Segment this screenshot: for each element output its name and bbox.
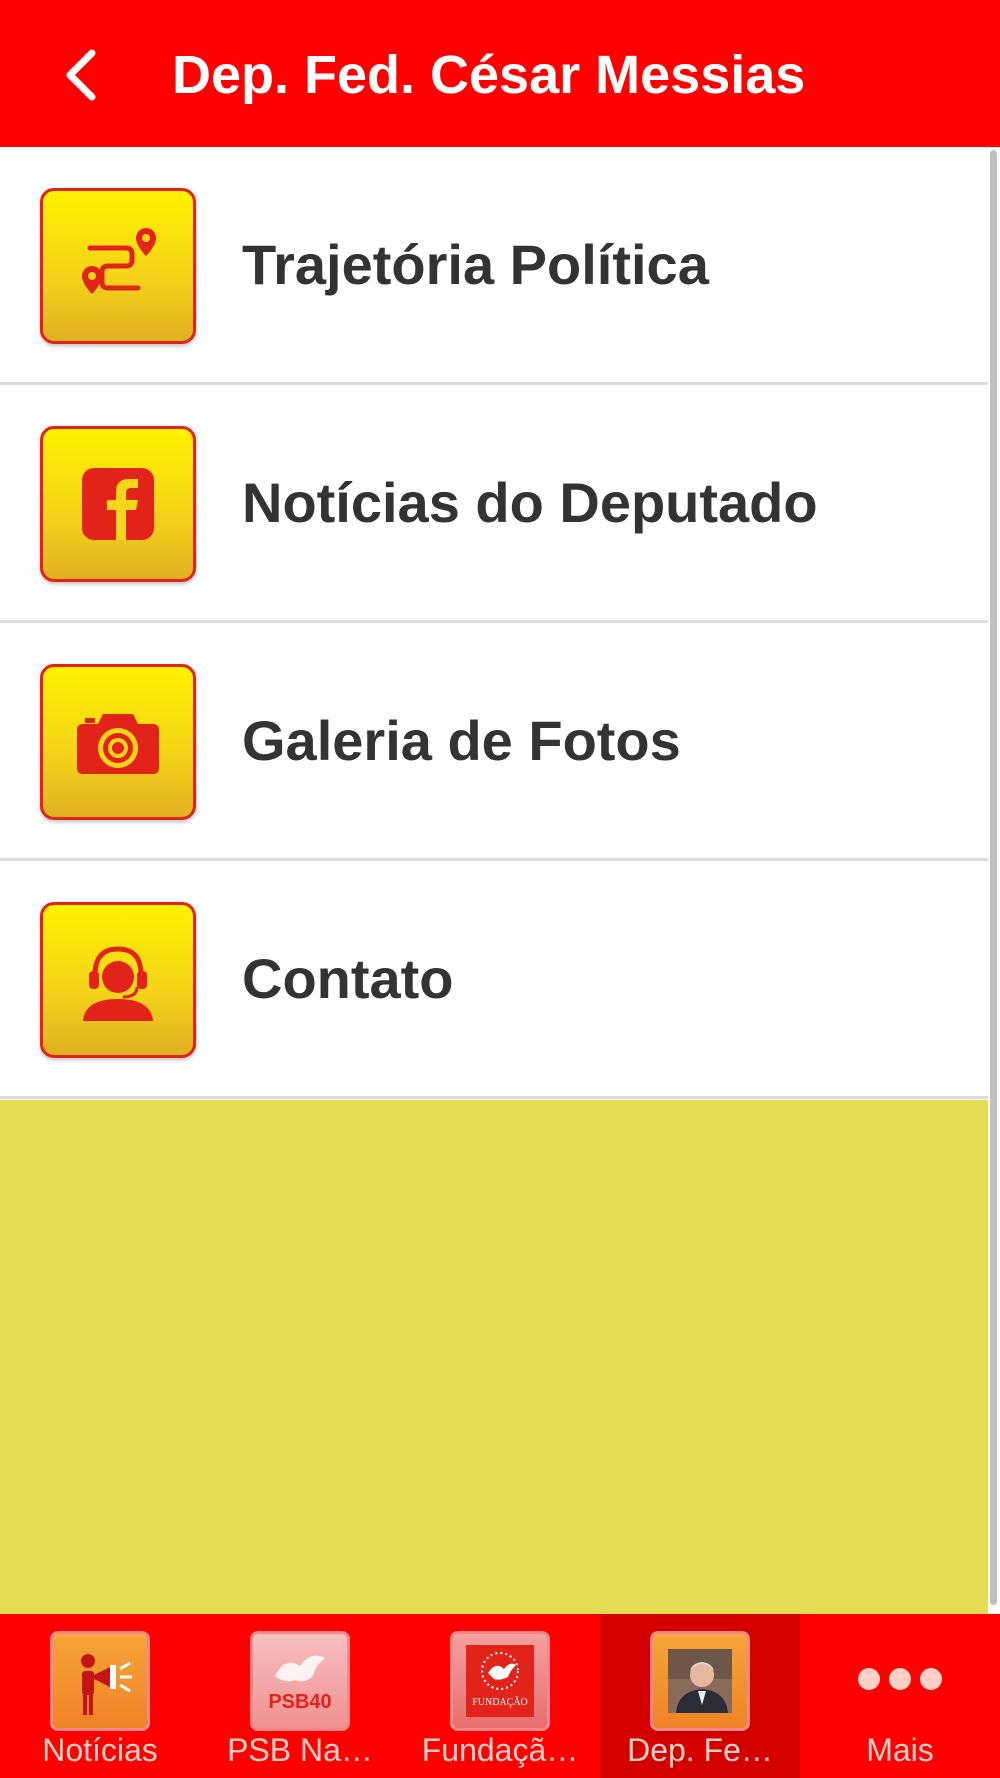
empty-content-area [0, 1100, 988, 1614]
menu-item-noticias-deputado[interactable]: Notícias do Deputado [0, 385, 988, 623]
tab-label: Dep. Fe… [627, 1732, 773, 1768]
menu-item-label: Notícias do Deputado [242, 471, 818, 534]
tab-label: PSB Na… [227, 1732, 373, 1768]
fundacao-logo-icon: FUNDAÇÃO [450, 1631, 550, 1731]
menu-item-galeria[interactable]: Galeria de Fotos [0, 623, 988, 861]
headset-person-icon [40, 902, 196, 1058]
camera-icon [40, 664, 196, 820]
tab-dep-federal[interactable]: Dep. Fe… [600, 1614, 800, 1778]
menu-item-label: Galeria de Fotos [242, 709, 681, 772]
fundacao-logo-text: FUNDAÇÃO [472, 1696, 528, 1708]
tab-mais[interactable]: Mais [800, 1614, 1000, 1778]
menu-item-label: Contato [242, 947, 454, 1010]
app-header: Dep. Fed. César Messias [0, 0, 1000, 147]
psb-logo-text: PSB40 [268, 1691, 331, 1713]
menu-item-label: Trajetória Política [242, 233, 709, 296]
scrollbar[interactable] [990, 150, 997, 1605]
chevron-left-icon [66, 49, 96, 101]
menu-item-trajetoria[interactable]: Trajetória Política [0, 147, 988, 385]
tab-label: Fundaçã… [421, 1732, 579, 1768]
more-dots-icon [858, 1659, 942, 1699]
tab-noticias[interactable]: Notícias [0, 1614, 200, 1778]
psb-logo-icon: PSB40 [250, 1631, 350, 1731]
page-title: Dep. Fed. César Messias [172, 45, 806, 105]
tab-psb-nacional[interactable]: PSB40 PSB Na… [200, 1614, 400, 1778]
deputy-photo-icon [650, 1631, 750, 1731]
megaphone-icon [50, 1631, 150, 1731]
menu-list: Trajetória Política Notícias do Deputado… [0, 147, 988, 1099]
tab-fundacao[interactable]: FUNDAÇÃO Fundaçã… [400, 1614, 600, 1778]
tab-label: Mais [866, 1732, 934, 1768]
facebook-icon [40, 426, 196, 582]
bottom-tab-bar: Notícias PSB40 PSB Na… FUNDAÇÃO Fundaçã… [0, 1614, 1000, 1778]
route-map-icon [40, 188, 196, 344]
back-button[interactable] [50, 40, 110, 110]
menu-item-contato[interactable]: Contato [0, 861, 988, 1099]
tab-label: Notícias [42, 1732, 158, 1768]
